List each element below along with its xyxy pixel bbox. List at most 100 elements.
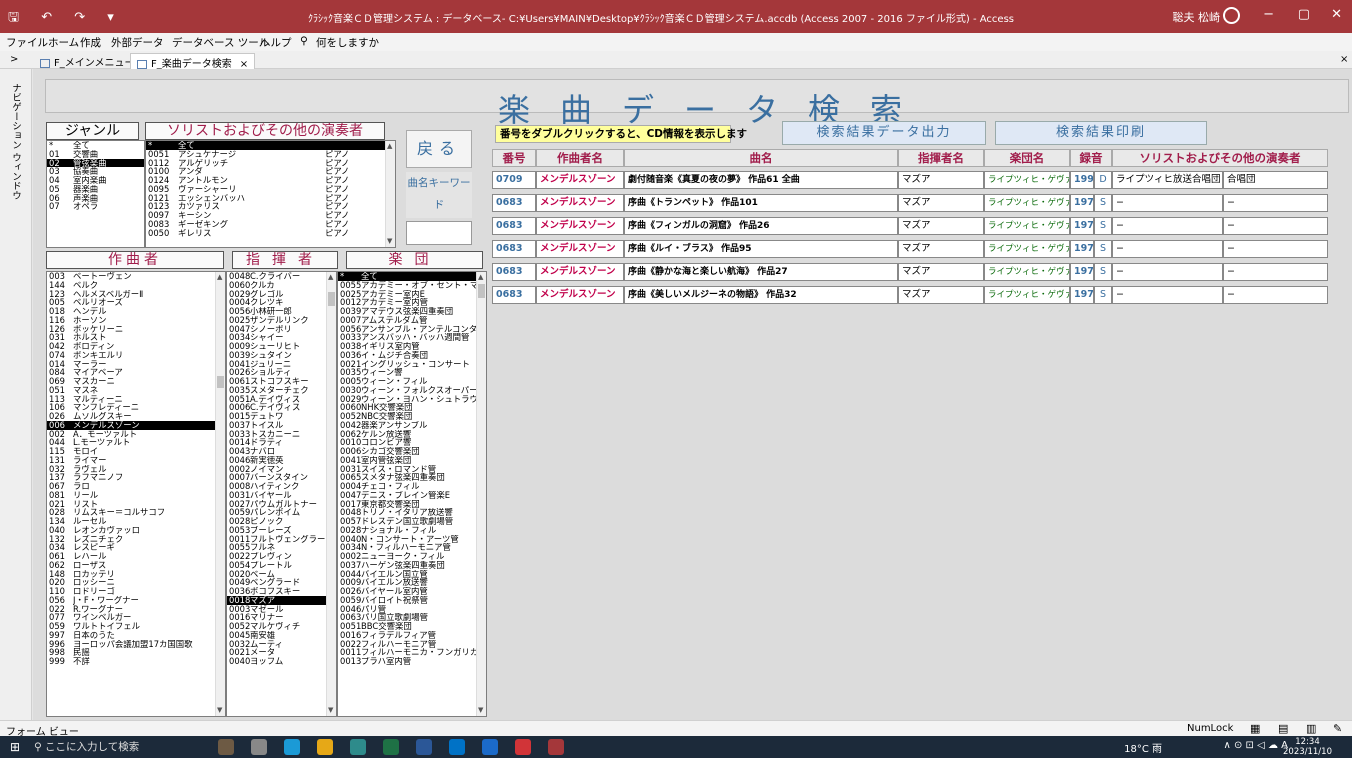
orchestra-list-item[interactable]: 0037 ハーゲン弦楽四重奏団 xyxy=(338,561,476,570)
conductor-list-item[interactable]: 0036 ボコフスキー xyxy=(227,587,326,596)
orchestra-list-item[interactable]: 0012 アカデミー室内管 xyxy=(338,298,476,307)
orchestra-listbox[interactable]: *全て0055アカデミー・オブ・セント・マーティン0025アカデミー室内E001… xyxy=(337,271,487,717)
clock[interactable]: 12:34 2023/11/10 xyxy=(1283,737,1332,757)
orchestra-list-item[interactable]: 0026 バイヤール室内管 xyxy=(338,587,476,596)
conductor-list-item[interactable]: 0040 ヨッフム xyxy=(227,657,326,666)
orchestra-list-item[interactable]: 0055アカデミー・オブ・セント・マーティン xyxy=(338,281,476,290)
conductor-list-item[interactable]: 0020 ベーム xyxy=(227,570,326,579)
conductor-list-item[interactable]: 0011 フルトヴェングラー xyxy=(227,535,326,544)
orchestra-list-item[interactable]: 0062 ケルン放送響 xyxy=(338,430,476,439)
conductor-list-item[interactable]: 0029 グレゴル xyxy=(227,290,326,299)
genre-list-item[interactable]: 06 声楽曲 xyxy=(47,194,144,203)
cd-number-cell[interactable]: 0683 xyxy=(492,217,536,235)
soloist-list-item[interactable]: 0112 アルゲリッチ ピアノ xyxy=(146,159,385,168)
menu-external-data[interactable]: 外部データ xyxy=(111,35,164,50)
orchestra-list-item[interactable]: 0021 イングリッシュ・コンサート xyxy=(338,360,476,369)
genre-list-item[interactable]: * 全て xyxy=(47,141,144,150)
composer-list-item[interactable]: 999 不詳 xyxy=(47,657,215,666)
conductor-list-item[interactable]: 0043 ナバロ xyxy=(227,447,326,456)
conductor-list-item[interactable]: 0009 シューリヒト xyxy=(227,342,326,351)
scroll-up-icon[interactable]: ▲ xyxy=(328,273,333,282)
soloist-scrollbar[interactable]: ▲ ▼ xyxy=(385,141,395,247)
soloist-list-item[interactable]: * 全て xyxy=(146,141,385,150)
orchestra-scrollbar[interactable]: ▲ ▼ xyxy=(476,272,486,716)
conductor-list-item[interactable]: 0027 パウムガルトナー xyxy=(227,500,326,509)
conductor-list-item[interactable]: 0046 新実徳英 xyxy=(227,456,326,465)
conductor-list-item[interactable]: 0022 プレヴィン xyxy=(227,552,326,561)
conductor-list-item[interactable]: 0034 シャイー xyxy=(227,333,326,342)
taskbar-app-icon[interactable] xyxy=(251,739,267,755)
composer-list-item[interactable]: 074 ポンキエルリ xyxy=(47,351,215,360)
composer-list-item[interactable]: 126 ボッケリーニ xyxy=(47,325,215,334)
orchestra-list-item[interactable]: 0007 アムステルダム管 xyxy=(338,316,476,325)
composer-list-item[interactable]: 005 ベルリオーズ xyxy=(47,298,215,307)
composer-list-item[interactable]: 123 ヘルメスベルガーⅡ xyxy=(47,290,215,299)
orchestra-list-item[interactable]: 0013 プラハ室内管 xyxy=(338,657,476,666)
taskbar-app-icon[interactable] xyxy=(284,739,300,755)
orchestra-list-item[interactable]: 0034 N・フィルハーモニア管 xyxy=(338,543,476,552)
search-icon[interactable]: ⚲ xyxy=(300,35,308,47)
conductor-list-item[interactable]: 0016 マリナー xyxy=(227,613,326,622)
conductor-list-item[interactable]: 0025 ザンデルリンク xyxy=(227,316,326,325)
composer-list-item[interactable]: 106 マンフレディーニ xyxy=(47,403,215,412)
composer-list-item[interactable]: 042 ボロディン xyxy=(47,342,215,351)
conductor-list-item[interactable]: 0054 プレートル xyxy=(227,561,326,570)
orchestra-list-item[interactable]: 0040 N・コンサート・アーツ管 xyxy=(338,535,476,544)
tell-me-search[interactable]: 何をしますか xyxy=(316,35,379,50)
conductor-list-item[interactable]: 0014 ドラティ xyxy=(227,438,326,447)
soloist-list-item[interactable]: 0124 アントルモン ピアノ xyxy=(146,176,385,185)
orchestra-list-item[interactable]: 0017 東京都交響楽団 xyxy=(338,500,476,509)
composer-list-item[interactable]: 144 ベルク xyxy=(47,281,215,290)
composer-list-item[interactable]: 132 レズニチェク xyxy=(47,535,215,544)
conductor-list-item[interactable]: 0033 トスカニーニ xyxy=(227,430,326,439)
conductor-list-item[interactable]: 0053 ブーレーズ xyxy=(227,526,326,535)
composer-list-item[interactable]: 006 メンデルスゾーン xyxy=(47,420,215,430)
conductor-list-item[interactable]: 0026 ショルティ xyxy=(227,368,326,377)
composer-list-item[interactable]: 084 マイアベーア xyxy=(47,368,215,377)
windows-start-icon[interactable]: ⊞ xyxy=(10,740,20,754)
orchestra-list-item[interactable]: 0046 パリ管 xyxy=(338,605,476,614)
orchestra-list-item[interactable]: 0060 NHK交響楽団 xyxy=(338,403,476,412)
orchestra-list-item[interactable]: 0039 アマデウス弦楽四重奏団 xyxy=(338,307,476,316)
soloist-list-item[interactable]: 0050 ギレリス ピアノ xyxy=(146,229,385,238)
scroll-down-icon[interactable]: ▼ xyxy=(217,706,222,715)
conductor-list-item[interactable]: 0041 ジュリーニ xyxy=(227,360,326,369)
taskbar-app-icon[interactable] xyxy=(482,739,498,755)
soloist-list-item[interactable]: 0123 カツァリス ピアノ xyxy=(146,202,385,211)
form-view-icon[interactable]: ▦ xyxy=(1250,722,1260,735)
conductor-list-item[interactable]: 0051 A.デイヴィス xyxy=(227,395,326,404)
orchestra-list-item[interactable]: 0005 ウィーン・フィル xyxy=(338,377,476,386)
taskbar-search[interactable]: ⚲ ここに入力して検索 xyxy=(34,738,214,756)
conductor-list-item[interactable]: 0045 南安雄 xyxy=(227,631,326,640)
nav-toggle-chevron-icon[interactable]: > xyxy=(4,53,24,69)
conductor-list-item[interactable]: 0002 ノイマン xyxy=(227,465,326,474)
scroll-thumb[interactable] xyxy=(328,292,335,306)
conductor-list-item[interactable]: 0008 ハイティンク xyxy=(227,482,326,491)
scroll-thumb[interactable] xyxy=(478,284,485,298)
composer-list-item[interactable]: 997 日本のうた xyxy=(47,631,215,640)
cd-number-cell[interactable]: 0709 xyxy=(492,171,536,189)
orchestra-list-item[interactable]: 0048 トリノ・イタリア放送響 xyxy=(338,508,476,517)
cd-number-cell[interactable]: 0683 xyxy=(492,194,536,212)
layout-view-icon[interactable]: ▥ xyxy=(1306,722,1316,735)
taskbar-app-icon[interactable] xyxy=(383,739,399,755)
tab-song-search[interactable]: F_楽曲データ検索 × xyxy=(130,53,256,70)
composer-list-item[interactable]: 110 ロドリーゴ xyxy=(47,587,215,596)
scroll-up-icon[interactable]: ▲ xyxy=(478,273,483,282)
genre-list-item[interactable]: 01 交響曲 xyxy=(47,150,144,159)
conductor-list-item[interactable]: 0061 ストコフスキー xyxy=(227,377,326,386)
taskbar-app-icon[interactable] xyxy=(416,739,432,755)
scroll-down-icon[interactable]: ▼ xyxy=(387,237,392,246)
composer-list-item[interactable]: 137 ラフマニノフ xyxy=(47,473,215,482)
composer-list-item[interactable]: 002 A．モーツァルト xyxy=(47,430,215,439)
orchestra-list-item[interactable]: 0002 ニューヨーク・フィル xyxy=(338,552,476,561)
orchestra-list-item[interactable]: 0022 フィルハーモニア管 xyxy=(338,640,476,649)
menu-file[interactable]: ファイル xyxy=(6,35,48,50)
composer-list-item[interactable]: 022 R.ワーグナー xyxy=(47,605,215,614)
orchestra-list-item[interactable]: 0010 コロンビア響 xyxy=(338,438,476,447)
maximize-button[interactable]: ▢ xyxy=(1298,7,1310,22)
orchestra-list-item[interactable]: 0038 イギリス室内管 xyxy=(338,342,476,351)
scroll-down-icon[interactable]: ▼ xyxy=(328,706,333,715)
genre-list-item[interactable]: 04 室内楽曲 xyxy=(47,176,144,185)
conductor-list-item[interactable]: 0004 クレツキ xyxy=(227,298,326,307)
